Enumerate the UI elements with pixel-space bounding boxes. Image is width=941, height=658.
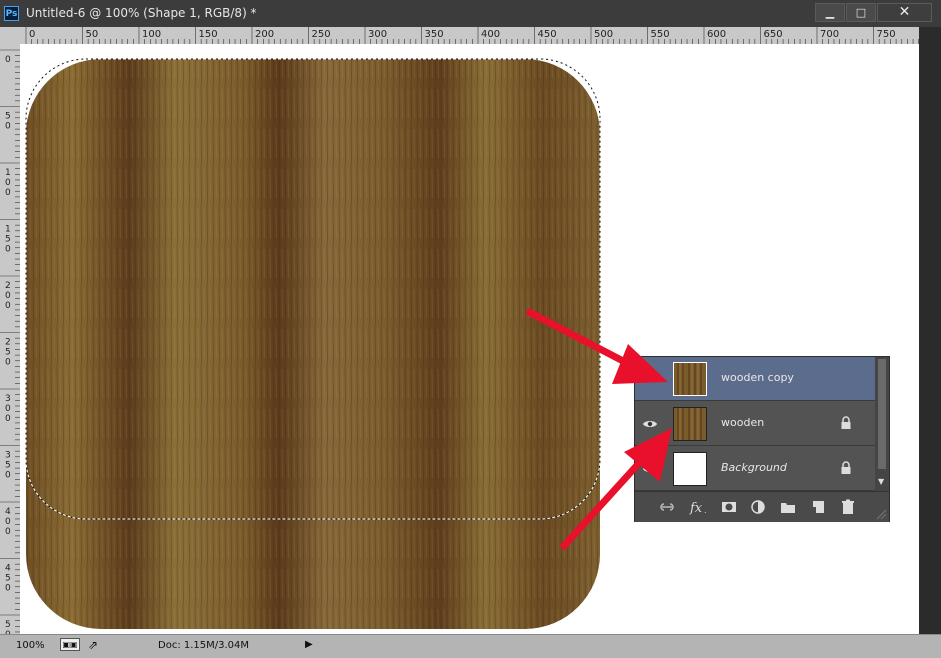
arrow-to-wooden-copy	[525, 307, 668, 384]
zoom-level[interactable]: 100%	[16, 640, 45, 651]
screen-mode-icon[interactable]: ▣▣	[60, 638, 80, 651]
status-bar: 100% ▣▣ ⇗ Doc: 1.15M/3.04M ▶	[0, 634, 941, 658]
status-menu-arrow-icon[interactable]: ▶	[305, 639, 313, 650]
annotation-arrows	[525, 307, 672, 551]
doc-size: Doc: 1.15M/3.04M	[158, 640, 250, 651]
arrow-to-wooden	[559, 428, 672, 551]
share-icon[interactable]: ⇗	[88, 638, 98, 652]
